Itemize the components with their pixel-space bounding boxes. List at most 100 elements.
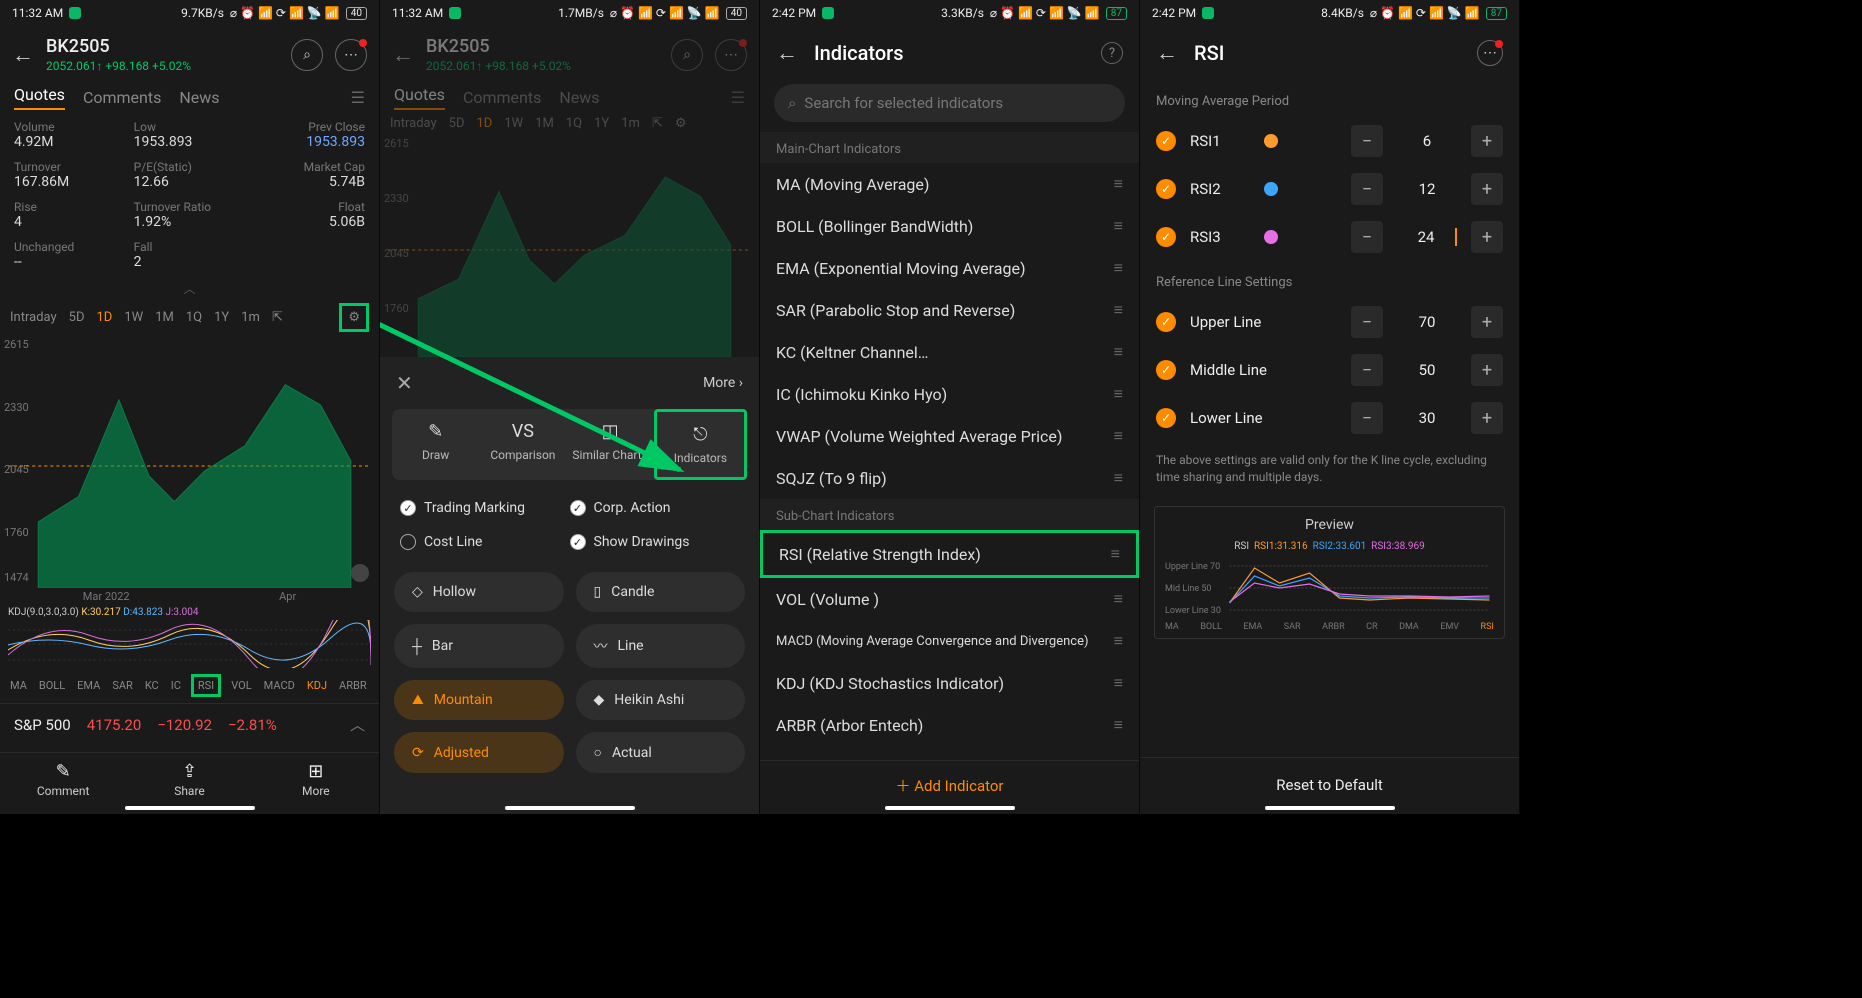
indicator-sqjz[interactable]: SQJZ (To 9 flip)≡ xyxy=(760,457,1139,499)
ind-ema[interactable]: EMA xyxy=(75,677,102,694)
close-icon[interactable]: ✕ xyxy=(396,371,413,395)
middle-minus-button[interactable]: − xyxy=(1351,354,1383,386)
search-input[interactable]: ⌕ Search for selected indicators xyxy=(774,84,1125,122)
indicator-macd[interactable]: MACD (Moving Average Convergence and Div… xyxy=(760,620,1139,662)
rsi1-minus-button[interactable]: − xyxy=(1351,125,1383,157)
search-icon[interactable]: ⌕ xyxy=(671,39,703,71)
drag-handle-icon[interactable]: ≡ xyxy=(1114,300,1123,320)
tool-draw[interactable]: ✎Draw xyxy=(392,409,479,480)
menu-icon[interactable]: ☰ xyxy=(731,88,745,107)
rsi3-color-dot[interactable] xyxy=(1264,230,1278,244)
indicator-kdj[interactable]: KDJ (KDJ Stochastics Indicator)≡ xyxy=(760,662,1139,704)
rsi3-minus-button[interactable]: − xyxy=(1351,221,1383,253)
sp500-row[interactable]: S&P 500 4175.20 −120.92 −2.81% ︿ xyxy=(0,703,379,745)
rsi1-plus-button[interactable]: + xyxy=(1471,125,1503,157)
help-icon[interactable]: ? xyxy=(1101,42,1123,64)
share-button[interactable]: ⇪Share xyxy=(126,761,252,798)
check-upper[interactable]: ✓ xyxy=(1156,312,1176,332)
rsi2-plus-button[interactable]: + xyxy=(1471,173,1503,205)
more-link[interactable]: More › xyxy=(703,375,743,391)
indicator-ema[interactable]: EMA (Exponential Moving Average)≡ xyxy=(760,247,1139,289)
tf-1d[interactable]: 1D xyxy=(97,310,113,325)
drag-handle-icon[interactable]: ≡ xyxy=(1114,631,1123,651)
check-corp-action[interactable]: ✓Corp. Action xyxy=(570,500,740,516)
drag-handle-icon[interactable]: ≡ xyxy=(1111,544,1120,564)
style-bar[interactable]: ┼Bar xyxy=(394,624,564,668)
search-icon[interactable]: ⌕ xyxy=(291,39,323,71)
drag-handle-icon[interactable]: ≡ xyxy=(1114,174,1123,194)
expand-icon[interactable]: ⇱ xyxy=(652,116,663,131)
indicator-rsi[interactable]: RSI (Relative Strength Index)≡ xyxy=(760,530,1139,578)
tf-5d[interactable]: 5D xyxy=(69,310,85,325)
check-rsi3[interactable]: ✓ xyxy=(1156,227,1176,247)
indicator-vwap[interactable]: VWAP (Volume Weighted Average Price)≡ xyxy=(760,415,1139,457)
tf-1q[interactable]: 1Q xyxy=(566,116,582,131)
ind-arbr[interactable]: ARBR xyxy=(337,677,369,694)
chart-settings-button[interactable]: ⚙ xyxy=(339,303,369,332)
check-rsi2[interactable]: ✓ xyxy=(1156,179,1176,199)
comment-button[interactable]: ✎Comment xyxy=(0,761,126,798)
check-lower[interactable]: ✓ xyxy=(1156,408,1176,428)
home-indicator[interactable] xyxy=(1265,806,1395,810)
tf-5d[interactable]: 5D xyxy=(449,116,465,131)
chat-icon[interactable]: ⋯ xyxy=(1477,40,1503,66)
back-icon[interactable]: ← xyxy=(776,40,798,66)
kdj-sub-chart[interactable] xyxy=(8,620,371,668)
style-adjusted[interactable]: ⟳Adjusted xyxy=(394,732,564,773)
check-rsi1[interactable]: ✓ xyxy=(1156,131,1176,151)
check-show-drawings[interactable]: ✓Show Drawings xyxy=(570,534,740,550)
chart-settings-button[interactable]: ⚙ xyxy=(675,116,687,131)
drag-handle-icon[interactable]: ≡ xyxy=(1114,468,1123,488)
upper-minus-button[interactable]: − xyxy=(1351,306,1383,338)
drag-handle-icon[interactable]: ≡ xyxy=(1114,673,1123,693)
tab-quotes[interactable]: Quotes xyxy=(394,85,445,110)
tf-1w[interactable]: 1W xyxy=(504,116,523,131)
check-trading-marking[interactable]: ✓Trading Marking xyxy=(400,500,570,516)
check-middle[interactable]: ✓ xyxy=(1156,360,1176,380)
indicator-kc[interactable]: KC (Keltner Channel…≡ xyxy=(760,331,1139,373)
indicator-boll[interactable]: BOLL (Bollinger BandWidth)≡ xyxy=(760,205,1139,247)
back-icon[interactable]: ← xyxy=(1156,40,1178,66)
rsi1-color-dot[interactable] xyxy=(1264,134,1278,148)
tf-1min[interactable]: 1m xyxy=(621,116,640,131)
expand-icon[interactable]: ⇱ xyxy=(272,310,283,325)
ind-macd[interactable]: MACD xyxy=(262,677,297,694)
collapse-caret-icon[interactable]: ︿ xyxy=(0,280,379,297)
tf-1y[interactable]: 1Y xyxy=(594,116,609,131)
style-candle[interactable]: ▯Candle xyxy=(576,572,746,612)
drag-handle-icon[interactable]: ≡ xyxy=(1114,342,1123,362)
menu-icon[interactable]: ☰ xyxy=(351,88,365,107)
drag-handle-icon[interactable]: ≡ xyxy=(1114,216,1123,236)
style-actual[interactable]: ○Actual xyxy=(576,732,746,773)
style-line[interactable]: 〰Line xyxy=(576,624,746,668)
ind-vol[interactable]: VOL xyxy=(229,677,253,694)
tf-intraday[interactable]: Intraday xyxy=(390,116,437,131)
middle-plus-button[interactable]: + xyxy=(1471,354,1503,386)
indicator-sar[interactable]: SAR (Parabolic Stop and Reverse)≡ xyxy=(760,289,1139,331)
ind-kc[interactable]: KC xyxy=(143,677,161,694)
tab-news[interactable]: News xyxy=(559,88,599,107)
upper-value[interactable]: 70 xyxy=(1397,313,1457,331)
tool-indicators[interactable]: ⎋Indicators xyxy=(654,409,747,480)
indicator-ic[interactable]: IC (Ichimoku Kinko Hyo)≡ xyxy=(760,373,1139,415)
rsi3-plus-button[interactable]: + xyxy=(1471,221,1503,253)
lower-minus-button[interactable]: − xyxy=(1351,402,1383,434)
tab-comments[interactable]: Comments xyxy=(83,88,161,107)
ind-ma[interactable]: MA xyxy=(8,677,29,694)
tf-1q[interactable]: 1Q xyxy=(186,310,202,325)
check-cost-line[interactable]: Cost Line xyxy=(400,534,570,550)
middle-value[interactable]: 50 xyxy=(1397,361,1457,379)
lower-value[interactable]: 30 xyxy=(1397,409,1457,427)
tab-news[interactable]: News xyxy=(179,88,219,107)
tf-1y[interactable]: 1Y xyxy=(214,310,229,325)
tf-1d[interactable]: 1D xyxy=(477,116,493,131)
indicator-vol[interactable]: VOL (Volume )≡ xyxy=(760,578,1139,620)
back-icon[interactable]: ← xyxy=(12,42,34,68)
ind-sar[interactable]: SAR xyxy=(110,677,135,694)
drag-handle-icon[interactable]: ≡ xyxy=(1114,589,1123,609)
tool-comparison[interactable]: VSComparison xyxy=(479,409,566,480)
tool-similar-charts[interactable]: ◫Similar Charts xyxy=(567,409,654,480)
ind-ic[interactable]: IC xyxy=(169,677,183,694)
style-mountain[interactable]: ⛰Mountain xyxy=(394,680,564,720)
style-heikin-ashi[interactable]: ◆Heikin Ashi xyxy=(576,680,746,720)
